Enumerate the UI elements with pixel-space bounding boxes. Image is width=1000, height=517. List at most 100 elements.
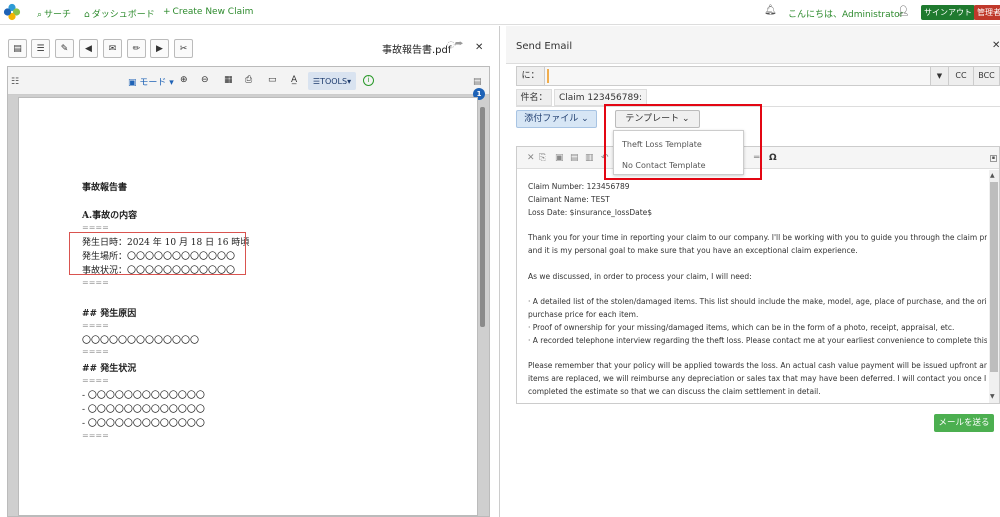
email-title: Send Email	[516, 41, 573, 52]
email-body-line: Claim Number: 123456789	[528, 182, 630, 191]
text-icon[interactable]: A̲	[291, 75, 297, 85]
email-editor: ✕ ⎘ ▣ ▤ ▥ ↶ ═ Ω ▪ Claim Number: 12345678…	[516, 146, 1000, 404]
sidebar-toggle-icon[interactable]: ☷	[11, 77, 19, 87]
scissors-icon: ✂	[179, 43, 188, 54]
doc-cause-heading: ## 発生原因	[82, 309, 137, 319]
close-icon[interactable]: ✕	[475, 42, 483, 53]
document-icon: ▤	[13, 43, 22, 54]
doc-separator: ====	[82, 223, 109, 232]
editor-scrollbar[interactable]: ▲ ▼	[989, 170, 999, 403]
expand-icon[interactable]: ▪	[990, 155, 997, 162]
mail-button[interactable]: ✉	[103, 39, 122, 58]
search-icon: ⌕	[37, 10, 43, 20]
email-body-line: Thank you for your time in reporting you…	[528, 233, 987, 243]
bell-icon[interactable]: 🔔︎	[764, 5, 777, 16]
subject-label: 件名：	[516, 89, 552, 106]
paste-text-icon[interactable]: ▤	[570, 153, 579, 163]
megaphone-icon: ◀	[85, 43, 92, 54]
email-body-line: completed the estimate so that we can di…	[528, 386, 821, 396]
paste-icon[interactable]: ▣	[555, 153, 564, 163]
doc-bullet: - 〇〇〇〇〇〇〇〇〇〇〇〇〇	[82, 391, 205, 401]
email-body-line: purchase price for each item.	[528, 310, 639, 319]
view-button[interactable]: ▤	[8, 39, 27, 58]
template-option-theft-loss[interactable]: Theft Loss Template	[622, 140, 702, 149]
highlight-box	[69, 232, 246, 275]
panel-icon[interactable]: ▤	[473, 77, 482, 87]
copy-icon[interactable]: ⎘	[539, 153, 546, 163]
template-menu: Theft Loss Template No Contact Template	[613, 130, 744, 175]
list-icon: ☰	[36, 43, 45, 54]
to-input[interactable]	[547, 69, 549, 83]
doc-separator: ====	[82, 347, 109, 356]
zoom-out-icon[interactable]: ⊖	[201, 75, 209, 85]
tools-dropdown[interactable]: ☰ TOOLS ▾	[308, 72, 356, 90]
doc-situation-heading: ## 発生状況	[82, 364, 137, 374]
document-pane: ▤ ☰ ✎ ◀ ✉ ✏ ▶ ✂ 事故報告書.pdf ◌⮫ ✕ ☷ ▣ モード ▾…	[0, 26, 500, 517]
email-body-line: As we discussed, in order to process you…	[528, 271, 752, 281]
mode-dropdown[interactable]: ▣ モード ▾	[128, 75, 174, 88]
email-header: Send Email ✕	[506, 26, 1000, 64]
pen-icon: ✏	[132, 43, 141, 54]
play-icon: ▶	[156, 43, 163, 54]
pdf-viewer: ☷ ▣ モード ▾ ⊕ ⊖ ▦ ⎙ ▭ A̲ ☰ TOOLS ▾ i ▤ 1	[7, 66, 490, 517]
chevron-down-icon[interactable]: ▼	[930, 67, 948, 85]
top-nav: ⌕ サーチ ⌂ ダッシュボード + Create New Claim 🔔︎ こんにちは…	[0, 0, 1000, 25]
signout-button[interactable]: サインアウト	[921, 5, 975, 20]
email-body[interactable]: Claim Number: 123456789 Claimant Name: TE…	[517, 170, 987, 403]
nav-dashboard[interactable]: ⌂ ダッシュボード	[84, 7, 155, 20]
scroll-thumb[interactable]	[990, 182, 998, 372]
doc-title: 事故報告書	[82, 183, 128, 193]
announce-button[interactable]: ◀	[79, 39, 98, 58]
to-label: に：	[517, 67, 545, 85]
edit-icon: ✎	[60, 43, 69, 54]
email-body-line: · A detailed list of the stolen/damaged …	[528, 297, 987, 307]
save-icon[interactable]: ▦	[224, 75, 233, 85]
pen-button[interactable]: ✏	[127, 39, 146, 58]
doc-separator: ====	[82, 376, 109, 385]
email-body-line: and it is my personal goal to make sure …	[528, 246, 858, 255]
chevron-down-icon: ⌄	[581, 114, 589, 124]
email-body-line: · A recorded telephone interview regardi…	[528, 335, 987, 345]
nav-create-claim[interactable]: + Create New Claim	[163, 7, 253, 17]
app-logo[interactable]	[3, 3, 21, 21]
bcc-button[interactable]: BCC	[973, 67, 999, 85]
print-icon[interactable]: ⎙	[245, 75, 252, 85]
viewer-toolbar: ☷ ▣ モード ▾ ⊕ ⊖ ▦ ⎙ ▭ A̲ ☰ TOOLS ▾ i ▤	[8, 67, 489, 95]
email-body-line: · Proof of ownership for your missing/da…	[528, 322, 955, 332]
viewer-scrollbar[interactable]	[480, 107, 485, 327]
file-name: 事故報告書.pdf	[382, 45, 452, 56]
edit-button[interactable]: ✎	[55, 39, 74, 58]
send-email-button[interactable]: メールを送る	[934, 414, 994, 432]
scroll-down-icon[interactable]: ▼	[990, 393, 995, 400]
user-icon[interactable]: 👤︎	[897, 6, 910, 17]
doc-separator: ====	[82, 431, 109, 440]
scroll-up-icon[interactable]: ▲	[990, 172, 995, 179]
mail-icon: ✉	[108, 43, 117, 54]
play-button[interactable]: ▶	[150, 39, 169, 58]
share-icon[interactable]: ◌⮫	[447, 40, 463, 50]
doc-separator: ====	[82, 321, 109, 330]
info-icon[interactable]: i	[363, 75, 374, 86]
cut-button[interactable]: ✂	[174, 39, 193, 58]
email-body-line: Loss Date: $insurance_lossDate$	[528, 207, 653, 217]
send-email-pane: Send Email ✕ に： ▼ CC BCC 件名： Claim 12345…	[506, 26, 1000, 517]
email-body-line: Please remember that your policy will be…	[528, 361, 987, 371]
cut-icon[interactable]: ✕	[527, 153, 535, 163]
doc-section-a: A.事故の内容	[82, 211, 138, 221]
cc-button[interactable]: CC	[948, 67, 973, 85]
annotation-icon[interactable]: ▭	[268, 75, 277, 85]
zoom-in-icon[interactable]: ⊕	[180, 75, 188, 85]
home-icon: ⌂	[84, 10, 90, 20]
special-char-icon[interactable]: Ω	[769, 153, 777, 163]
to-field[interactable]: に： ▼ CC BCC	[516, 66, 1000, 86]
doc-cause-body: 〇〇〇〇〇〇〇〇〇〇〇〇〇	[82, 336, 200, 346]
attach-button[interactable]: 添付ファイル ⌄	[516, 110, 597, 128]
nav-search[interactable]: ⌕ サーチ	[37, 7, 71, 20]
paste-word-icon[interactable]: ▥	[585, 153, 594, 163]
admin-badge[interactable]: 管理者	[974, 5, 1000, 20]
email-body-line: items are replaced, we will reimburse an…	[528, 374, 987, 383]
doc-separator: ====	[82, 278, 109, 287]
close-icon[interactable]: ✕	[992, 40, 1000, 51]
list-button[interactable]: ☰	[31, 39, 50, 58]
template-option-no-contact[interactable]: No Contact Template	[622, 161, 706, 170]
